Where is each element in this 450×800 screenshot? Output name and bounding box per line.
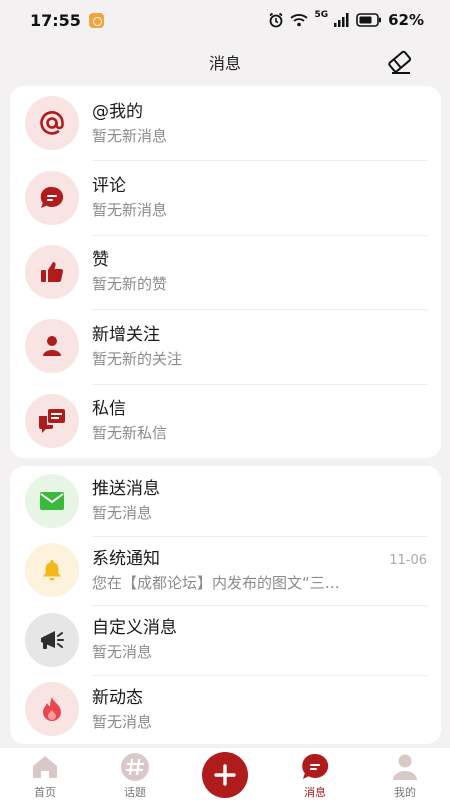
- flame-icon: [25, 682, 79, 737]
- battery-icon: [356, 13, 382, 27]
- item-title: 推送消息: [92, 479, 160, 500]
- item-subtitle: 暂无消息: [92, 712, 153, 731]
- alarm-icon: [269, 12, 283, 28]
- item-title: 赞: [92, 250, 109, 271]
- network-type: 5G: [314, 9, 329, 20]
- profile-icon: [390, 752, 420, 782]
- list-item-system-notice[interactable]: 系统通知 11-06 您在【成都论坛】内发布的图文“三…: [10, 535, 441, 606]
- item-subtitle: 暂无新的关注: [92, 349, 183, 368]
- item-subtitle: 您在【成都论坛】内发布的图文“三…: [92, 573, 340, 592]
- list-item-at-me[interactable]: @我的 暂无新消息: [10, 86, 441, 160]
- eraser-icon[interactable]: [386, 49, 414, 75]
- home-icon: [30, 752, 60, 782]
- private-message-icon: [25, 393, 79, 448]
- nav-home[interactable]: 首页: [0, 748, 90, 800]
- list-item-push-messages[interactable]: 推送消息 暂无消息: [10, 466, 441, 536]
- list-item-new-activity[interactable]: 新动态 暂无消息: [10, 674, 441, 745]
- envelope-icon: [25, 473, 79, 528]
- system-messages-card: 推送消息 暂无消息 系统通知 11-06 您在【成都论坛】内发布的图文“三… 自…: [10, 466, 441, 744]
- list-item-new-followers[interactable]: 新增关注 暂无新的关注: [10, 309, 441, 383]
- item-time: 11-06: [389, 552, 427, 568]
- person-icon: [25, 319, 79, 374]
- plus-icon: [202, 752, 248, 798]
- bell-icon: [25, 543, 79, 598]
- item-title: 私信: [92, 399, 126, 420]
- at-icon: [25, 96, 79, 151]
- item-title: @我的: [92, 101, 143, 122]
- item-subtitle: 暂无新消息: [92, 126, 168, 145]
- message-icon: [300, 752, 330, 782]
- wifi-icon: [290, 14, 309, 27]
- item-title: 自定义消息: [92, 618, 177, 639]
- comment-icon: [25, 170, 79, 225]
- item-subtitle: 暂无新私信: [92, 424, 168, 443]
- nav-create[interactable]: [180, 748, 270, 798]
- status-time: 17:55: [30, 10, 81, 30]
- list-item-private-messages[interactable]: 私信 暂无新私信: [10, 383, 441, 458]
- nav-label: 我的: [394, 786, 416, 799]
- nav-label: 消息: [304, 786, 326, 799]
- app-notification-icon: [88, 12, 104, 28]
- page-header: 消息: [0, 40, 450, 84]
- item-title: 新动态: [92, 687, 143, 708]
- item-subtitle: 暂无新的赞: [92, 275, 168, 294]
- nav-label: 首页: [34, 786, 56, 799]
- item-subtitle: 暂无新消息: [92, 201, 168, 220]
- battery-level: 62%: [388, 11, 424, 29]
- interaction-messages-card: @我的 暂无新消息 评论 暂无新消息 赞 暂无新的赞 新增关注 暂无新的关注 私…: [10, 86, 441, 458]
- status-bar: 17:55 5G 62%: [0, 0, 450, 40]
- megaphone-icon: [25, 612, 79, 667]
- item-title: 系统通知: [92, 548, 160, 569]
- item-subtitle: 暂无消息: [92, 504, 153, 523]
- item-title: 评论: [92, 176, 126, 197]
- bottom-navigation: 首页 话题 消息 我的: [0, 748, 450, 800]
- nav-messages[interactable]: 消息: [270, 748, 360, 800]
- hashtag-icon: [120, 752, 150, 782]
- list-item-likes[interactable]: 赞 暂无新的赞: [10, 234, 441, 309]
- list-item-custom-messages[interactable]: 自定义消息 暂无消息: [10, 605, 441, 675]
- list-item-comments[interactable]: 评论 暂无新消息: [10, 160, 441, 234]
- nav-profile[interactable]: 我的: [360, 748, 450, 800]
- item-title: 新增关注: [92, 324, 160, 345]
- nav-topics[interactable]: 话题: [90, 748, 180, 800]
- nav-label: 话题: [124, 786, 146, 799]
- thumbs-up-icon: [25, 244, 79, 299]
- page-title: 消息: [208, 54, 241, 73]
- item-subtitle: 暂无消息: [92, 643, 153, 662]
- signal-icon: [334, 13, 349, 27]
